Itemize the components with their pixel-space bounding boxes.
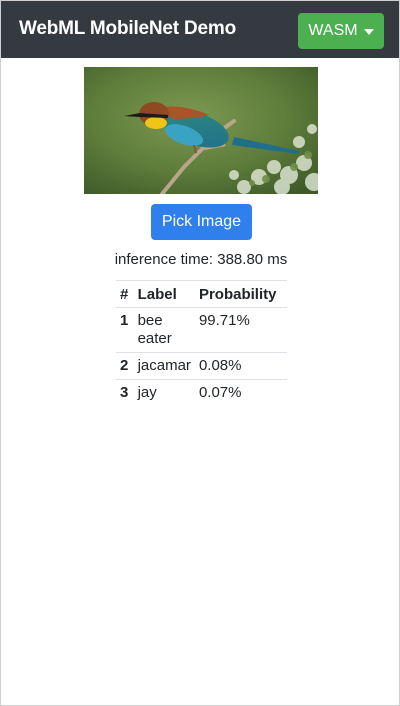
- input-image: [84, 67, 318, 194]
- app-window: WebML MobileNet Demo WASM Pick Image inf…: [0, 0, 400, 706]
- column-header-probability: Probability: [194, 280, 287, 308]
- bee-eater-photo-icon: [84, 67, 318, 194]
- label-cell: jay: [137, 384, 157, 401]
- rank-cell: 2: [116, 352, 134, 380]
- results-table: # Label Probability 1 bee eater 99.71% 2…: [116, 280, 287, 406]
- column-header-rank: #: [116, 280, 134, 308]
- pick-image-button[interactable]: Pick Image: [151, 204, 252, 240]
- table-header-row: # Label Probability: [116, 280, 287, 308]
- probability-cell: 0.07%: [198, 384, 242, 401]
- caret-down-icon: [363, 29, 374, 35]
- table-row: 2 jacamar 0.08%: [116, 352, 287, 380]
- table-row: 1 bee eater 99.71%: [116, 307, 287, 353]
- probability-cell: 0.08%: [194, 352, 287, 380]
- inference-time: inference time: 388.80 ms: [114, 251, 288, 268]
- navbar: WebML MobileNet Demo WASM: [1, 1, 399, 58]
- probability-cell: 99.71%: [194, 307, 287, 353]
- backend-dropdown-button[interactable]: WASM: [298, 13, 384, 49]
- rank-cell: 1: [116, 307, 134, 353]
- label-cell: jacamar: [133, 352, 195, 380]
- column-header-label: Label: [133, 280, 195, 308]
- backend-label: WASM: [308, 22, 358, 39]
- rank-cell: 3: [120, 384, 129, 401]
- table-row: 3 jay 0.07%: [116, 380, 287, 407]
- app-title: WebML MobileNet Demo: [19, 18, 236, 39]
- label-cell: bee eater: [133, 307, 195, 353]
